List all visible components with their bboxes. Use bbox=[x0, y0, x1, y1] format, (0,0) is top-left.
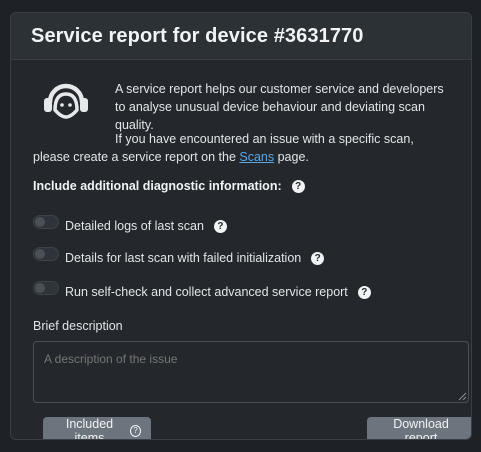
toggle-switch[interactable] bbox=[33, 281, 59, 295]
instruction-text: If you have encountered an issue with a … bbox=[33, 132, 414, 164]
question-circle-icon: ? bbox=[129, 425, 141, 437]
page-title: Service report for device #3631770 bbox=[31, 24, 364, 47]
instruction-suffix: page. bbox=[274, 150, 309, 164]
panel-header: Service report for device #3631770 bbox=[11, 13, 471, 60]
question-circle-icon[interactable]: ? bbox=[311, 251, 325, 265]
download-report-button[interactable]: Download report bbox=[367, 417, 471, 439]
option-failed-initialization: Details for last scan with failed initia… bbox=[33, 247, 325, 265]
toggle-switch[interactable] bbox=[33, 215, 59, 229]
included-items-label: Included items bbox=[65, 417, 114, 440]
option-self-check: Run self-check and collect advanced serv… bbox=[33, 281, 371, 299]
question-circle-icon[interactable]: ? bbox=[291, 179, 305, 193]
included-items-button[interactable]: Included items ? bbox=[43, 417, 151, 440]
description-label: Brief description bbox=[33, 319, 123, 333]
resize-handle-icon[interactable] bbox=[457, 391, 467, 401]
scans-instruction: If you have encountered an issue with a … bbox=[33, 130, 453, 166]
panel-body: A service report helps our customer serv… bbox=[11, 60, 471, 164]
option-label: Run self-check and collect advanced serv… bbox=[65, 285, 348, 299]
intro-paragraph: A service report helps our customer serv… bbox=[115, 82, 444, 132]
option-label: Detailed logs of last scan bbox=[65, 219, 204, 233]
question-circle-icon[interactable]: ? bbox=[213, 219, 227, 233]
intro-section: A service report helps our customer serv… bbox=[27, 60, 455, 164]
service-report-panel: Service report for device #3631770 A ser… bbox=[10, 12, 472, 440]
diagnostics-heading-label: Include additional diagnostic informatio… bbox=[33, 179, 282, 193]
diagnostics-heading: Include additional diagnostic informatio… bbox=[33, 179, 305, 193]
headset-support-icon bbox=[44, 83, 88, 119]
toggle-switch[interactable] bbox=[33, 247, 59, 261]
scans-link[interactable]: Scans bbox=[239, 150, 274, 164]
option-detailed-logs: Detailed logs of last scan ? bbox=[33, 215, 227, 233]
question-circle-icon[interactable]: ? bbox=[357, 285, 371, 299]
description-input[interactable] bbox=[33, 341, 469, 403]
option-label: Details for last scan with failed initia… bbox=[65, 251, 302, 265]
